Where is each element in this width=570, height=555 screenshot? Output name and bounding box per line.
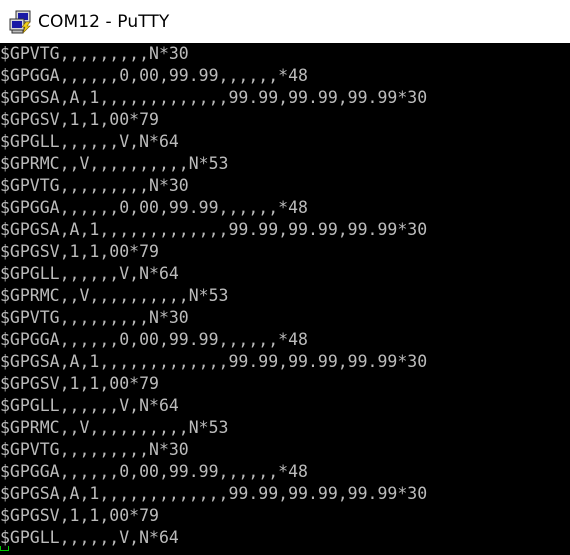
terminal-line: $GPGGA,,,,,,0,00,99.99,,,,,,*48 bbox=[0, 198, 308, 217]
terminal-line: $GPRMC,,V,,,,,,,,,,N*53 bbox=[0, 418, 229, 437]
terminal-line: $GPGLL,,,,,,V,N*64 bbox=[0, 264, 179, 283]
terminal-line: $GPGSV,1,1,00*79 bbox=[0, 110, 159, 129]
terminal-line: $GPGLL,,,,,,V,N*64 bbox=[0, 528, 179, 547]
terminal-line: $GPVTG,,,,,,,,,N*30 bbox=[0, 44, 189, 63]
terminal-line: $GPGSV,1,1,00*79 bbox=[0, 242, 159, 261]
putty-terminal-icon[interactable] bbox=[9, 10, 33, 34]
putty-window: COM12 - PuTTY $GPVTG,,,,,,,,,N*30 $GPGGA,… bbox=[0, 0, 570, 555]
terminal-line: $GPGLL,,,,,,V,N*64 bbox=[0, 396, 179, 415]
terminal-line: $GPGGA,,,,,,0,00,99.99,,,,,,*48 bbox=[0, 66, 308, 85]
terminal-line: $GPGSA,A,1,,,,,,,,,,,,,99.99,99.99,99.99… bbox=[0, 352, 428, 371]
window-title: COM12 - PuTTY bbox=[38, 11, 170, 32]
terminal-line: $GPGGA,,,,,,0,00,99.99,,,,,,*48 bbox=[0, 330, 308, 349]
terminal-line: $GPGSV,1,1,00*79 bbox=[0, 506, 159, 525]
terminal-line: $GPRMC,,V,,,,,,,,,,N*53 bbox=[0, 154, 229, 173]
terminal-output[interactable]: $GPVTG,,,,,,,,,N*30 $GPGGA,,,,,,0,00,99.9… bbox=[0, 43, 570, 555]
terminal-line: $GPVTG,,,,,,,,,N*30 bbox=[0, 440, 189, 459]
terminal-line: $GPGLL,,,,,,V,N*64 bbox=[0, 132, 179, 151]
terminal-cursor bbox=[0, 546, 9, 551]
terminal-line: $GPGGA,,,,,,0,00,99.99,,,,,,*48 bbox=[0, 462, 308, 481]
terminal-line: $GPVTG,,,,,,,,,N*30 bbox=[0, 176, 189, 195]
terminal-line: $GPGSA,A,1,,,,,,,,,,,,,99.99,99.99,99.99… bbox=[0, 484, 428, 503]
terminal-line: $GPVTG,,,,,,,,,N*30 bbox=[0, 308, 189, 327]
terminal-line: $GPRMC,,V,,,,,,,,,,N*53 bbox=[0, 286, 229, 305]
title-bar[interactable]: COM12 - PuTTY bbox=[0, 0, 570, 43]
terminal-line: $GPGSV,1,1,00*79 bbox=[0, 374, 159, 393]
terminal-line: $GPGSA,A,1,,,,,,,,,,,,,99.99,99.99,99.99… bbox=[0, 88, 428, 107]
terminal-line: $GPGSA,A,1,,,,,,,,,,,,,99.99,99.99,99.99… bbox=[0, 220, 428, 239]
